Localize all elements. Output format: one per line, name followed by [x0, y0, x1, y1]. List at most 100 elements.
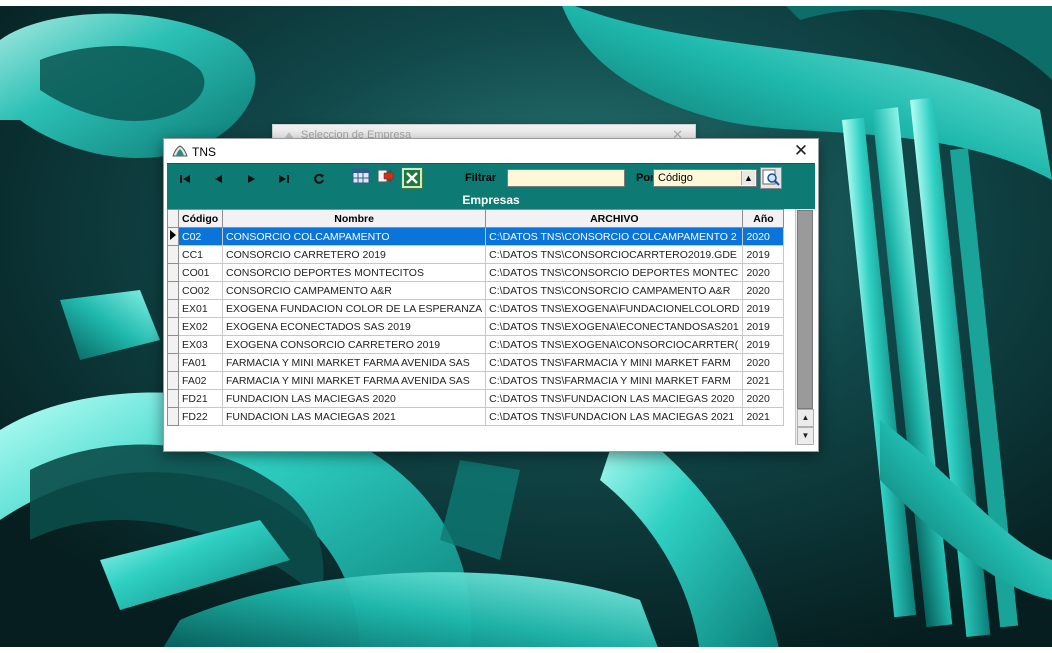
vertical-scrollbar[interactable]: ▲ ▼: [795, 209, 814, 445]
cell-nombre[interactable]: FARMACIA Y MINI MARKET FARMA AVENIDA SAS: [221, 371, 487, 390]
search-button[interactable]: [760, 167, 782, 189]
row-indicator[interactable]: [167, 263, 179, 282]
cell-codigo[interactable]: FD21: [178, 389, 223, 408]
export-button[interactable]: [375, 168, 395, 188]
cell-nombre[interactable]: FARMACIA Y MINI MARKET FARMA AVENIDA SAS: [221, 353, 487, 372]
row-indicator[interactable]: [167, 407, 179, 426]
cell-codigo[interactable]: CO01: [178, 263, 223, 282]
excel-icon: [404, 170, 420, 186]
cell-nombre[interactable]: FUNDACION LAS MACIEGAS 2020: [221, 389, 487, 408]
cell-codigo[interactable]: CO02: [178, 281, 223, 300]
cell-ano[interactable]: 2021: [742, 371, 785, 390]
filter-by-select[interactable]: Código ▲: [653, 169, 757, 187]
table-row[interactable]: CC1 CONSORCIO CARRETERO 2019 C:\DATOS TNS\…: [167, 245, 785, 264]
row-indicator[interactable]: [167, 371, 179, 390]
scroll-up-icon[interactable]: ▲: [797, 409, 814, 427]
row-indicator[interactable]: [167, 299, 179, 318]
scroll-down-icon[interactable]: ▼: [797, 427, 814, 445]
column-header-codigo[interactable]: Código: [178, 209, 223, 228]
cell-archivo[interactable]: C:\DATOS TNS\CONSORCIO CAMPAMENTO A&R: [485, 281, 744, 300]
cell-ano[interactable]: 2019: [742, 245, 785, 264]
grid-icon: [352, 168, 370, 184]
companies-grid: Código Nombre ARCHIVO Año C02 CONSORCIO C…: [167, 209, 785, 426]
cell-archivo[interactable]: C:\DATOS TNS\EXOGENA\ECONECTANDOSAS201: [485, 317, 744, 336]
row-indicator[interactable]: [167, 335, 179, 354]
table-row[interactable]: FA02 FARMACIA Y MINI MARKET FARMA AVENIDA…: [167, 371, 785, 390]
close-icon[interactable]: ✕: [792, 141, 810, 161]
current-row-indicator-icon[interactable]: [167, 227, 179, 246]
cell-codigo[interactable]: C02: [178, 227, 223, 246]
last-record-icon: [279, 175, 289, 183]
row-indicator[interactable]: [167, 317, 179, 336]
title-bar[interactable]: TNS ✕: [164, 139, 818, 163]
cell-nombre[interactable]: EXOGENA ECONECTADOS SAS 2019: [221, 317, 487, 336]
cell-codigo[interactable]: CC1: [178, 245, 223, 264]
scrollbar-thumb[interactable]: [797, 210, 813, 409]
cell-nombre[interactable]: CONSORCIO COLCAMPAMENTO: [221, 227, 487, 246]
cell-ano[interactable]: 2020: [742, 263, 785, 282]
row-indicator[interactable]: [167, 281, 179, 300]
column-header-nombre[interactable]: Nombre: [221, 209, 487, 228]
excel-button[interactable]: [401, 167, 423, 189]
cell-archivo[interactable]: C:\DATOS TNS\EXOGENA\CONSORCIOCARRTER(: [485, 335, 744, 354]
table-row[interactable]: EX01 EXOGENA FUNDACION COLOR DE LA ESPERA…: [167, 299, 785, 318]
table-row[interactable]: FD21 FUNDACION LAS MACIEGAS 2020 C:\DATOS …: [167, 389, 785, 408]
cell-nombre[interactable]: CONSORCIO CARRETERO 2019: [221, 245, 487, 264]
cell-archivo[interactable]: C:\DATOS TNS\FARMACIA Y MINI MARKET FARM: [485, 371, 744, 390]
refresh-icon: [314, 173, 324, 184]
cell-ano[interactable]: 2019: [742, 317, 785, 336]
companies-grid-area: Código Nombre ARCHIVO Año C02 CONSORCIO C…: [167, 209, 815, 447]
row-indicator[interactable]: [167, 389, 179, 408]
cell-ano[interactable]: 2021: [742, 407, 785, 426]
filter-input[interactable]: [507, 169, 625, 187]
empresas-header: Empresas: [167, 193, 815, 209]
table-row[interactable]: FD22 FUNDACION LAS MACIEGAS 2021 C:\DATOS …: [167, 407, 785, 426]
table-row[interactable]: CO01 CONSORCIO DEPORTES MONTECITOS C:\DATO…: [167, 263, 785, 282]
cell-nombre[interactable]: EXOGENA CONSORCIO CARRETERO 2019: [221, 335, 487, 354]
table-row[interactable]: C02 CONSORCIO COLCAMPAMENTO C:\DATOS TNS\C…: [167, 227, 785, 246]
filter-by-label: Por: [636, 172, 655, 184]
cell-archivo[interactable]: C:\DATOS TNS\EXOGENA\FUNDACIONELCOLORD: [485, 299, 744, 318]
cell-ano[interactable]: 2020: [742, 389, 785, 408]
column-header-ano[interactable]: Año: [742, 209, 785, 228]
cell-codigo[interactable]: FD22: [178, 407, 223, 426]
cell-ano[interactable]: 2020: [742, 281, 785, 300]
row-indicator[interactable]: [167, 353, 179, 372]
cell-codigo[interactable]: EX02: [178, 317, 223, 336]
cell-ano[interactable]: 2020: [742, 227, 785, 246]
row-indicator[interactable]: [167, 245, 179, 264]
cell-archivo[interactable]: C:\DATOS TNS\CONSORCIOCARRTERO2019.GDE: [485, 245, 744, 264]
cell-archivo[interactable]: C:\DATOS TNS\FARMACIA Y MINI MARKET FARM: [485, 353, 744, 372]
tns-window: TNS ✕ Filtrar Por Código ▲ Empresas Códi…: [163, 138, 819, 452]
table-row[interactable]: CO02 CONSORCIO CAMPAMENTO A&R C:\DATOS TNS…: [167, 281, 785, 300]
spinner-arrows-icon[interactable]: ▲: [741, 171, 755, 185]
grid-view-button[interactable]: [351, 168, 371, 188]
cell-codigo[interactable]: FA02: [178, 371, 223, 390]
prev-record-button[interactable]: [208, 170, 228, 188]
cell-archivo[interactable]: C:\DATOS TNS\CONSORCIO DEPORTES MONTEC: [485, 263, 744, 282]
last-record-button[interactable]: [274, 170, 294, 188]
first-record-button[interactable]: [175, 170, 195, 188]
refresh-button[interactable]: [309, 170, 329, 188]
cell-codigo[interactable]: EX03: [178, 335, 223, 354]
table-row[interactable]: EX02 EXOGENA ECONECTADOS SAS 2019 C:\DATOS…: [167, 317, 785, 336]
cell-ano[interactable]: 2019: [742, 335, 785, 354]
cell-nombre[interactable]: FUNDACION LAS MACIEGAS 2021: [221, 407, 487, 426]
cell-nombre[interactable]: CONSORCIO DEPORTES MONTECITOS: [221, 263, 487, 282]
cell-archivo[interactable]: C:\DATOS TNS\FUNDACION LAS MACIEGAS 2021: [485, 407, 744, 426]
filter-label: Filtrar: [465, 172, 497, 184]
screen-border-top: [0, 0, 1052, 6]
table-row[interactable]: FA01 FARMACIA Y MINI MARKET FARMA AVENIDA…: [167, 353, 785, 372]
cell-archivo[interactable]: C:\DATOS TNS\CONSORCIO COLCAMPAMENTO 2: [485, 227, 744, 246]
cell-ano[interactable]: 2019: [742, 299, 785, 318]
cell-archivo[interactable]: C:\DATOS TNS\FUNDACION LAS MACIEGAS 2020: [485, 389, 744, 408]
table-row[interactable]: EX03 EXOGENA CONSORCIO CARRETERO 2019 C:\D…: [167, 335, 785, 354]
cell-nombre[interactable]: EXOGENA FUNDACION COLOR DE LA ESPERANZA: [221, 299, 487, 318]
column-header-archivo[interactable]: ARCHIVO: [485, 209, 744, 228]
cell-codigo[interactable]: FA01: [178, 353, 223, 372]
cell-ano[interactable]: 2020: [742, 353, 785, 372]
next-record-button[interactable]: [242, 170, 262, 188]
search-icon: [762, 169, 780, 186]
cell-codigo[interactable]: EX01: [178, 299, 223, 318]
cell-nombre[interactable]: CONSORCIO CAMPAMENTO A&R: [221, 281, 487, 300]
